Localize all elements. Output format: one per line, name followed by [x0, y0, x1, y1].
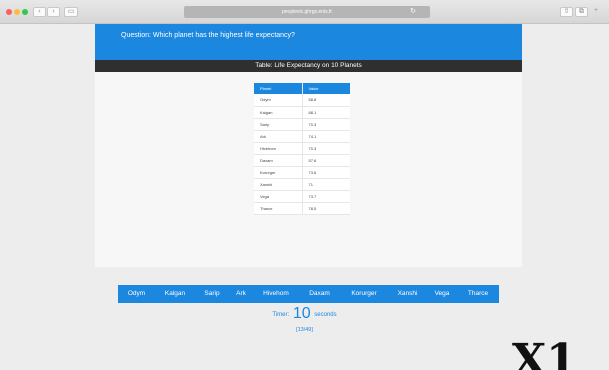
- answer-button-vega[interactable]: Vega: [427, 285, 457, 303]
- table-cell-planet: Sarip: [254, 118, 303, 131]
- table-row: Daxam 57.8: [254, 154, 350, 167]
- window-maximize-button[interactable]: [22, 9, 28, 15]
- answer-button-daxam[interactable]: Daxam: [299, 285, 340, 303]
- answer-button-kalgan[interactable]: Kalgan: [155, 285, 195, 303]
- table-header-planet: Planet: [254, 83, 303, 94]
- table-cell-value: 78.5: [302, 202, 350, 215]
- answer-button-korurger[interactable]: Korurger: [340, 285, 388, 303]
- table-cell-value: 57.8: [302, 154, 350, 167]
- answer-button-odym[interactable]: Odym: [118, 285, 155, 303]
- question-header: Question: Which planet has the highest l…: [95, 24, 522, 60]
- question-text: Question: Which planet has the highest l…: [121, 32, 295, 39]
- answer-button-tharce[interactable]: Tharce: [457, 285, 499, 303]
- table-cell-planet: Vega: [254, 190, 303, 203]
- address-bar-url: peoplevic.ghrgs.enis.fr: [281, 9, 333, 15]
- table-row: Korurger 73.6: [254, 166, 350, 179]
- answer-button-sarip[interactable]: Sarip: [195, 285, 229, 303]
- watermark: X1: [512, 335, 577, 370]
- share-icon[interactable]: ⇧: [560, 7, 573, 17]
- table-cell-value: 70.3: [302, 118, 350, 131]
- new-tab-icon[interactable]: +: [592, 7, 600, 17]
- answer-button-ark[interactable]: Ark: [229, 285, 253, 303]
- table-cell-planet: Hivehom: [254, 142, 303, 155]
- table-cell-value: 71: [302, 178, 350, 191]
- browser-titlebar: ‹ › ▭ peoplevic.ghrgs.enis.fr ↻ ⇧ ⧉ +: [0, 0, 609, 24]
- table-row: Tharce 78.5: [254, 202, 350, 215]
- table-cell-planet: Daxam: [254, 154, 303, 167]
- table-row: Kalgan 88.1: [254, 106, 350, 119]
- forward-icon[interactable]: ›: [47, 7, 60, 17]
- table-row: Odym 58.8: [254, 94, 350, 107]
- table-title: Table: Life Expectancy on 10 Planets: [95, 60, 522, 72]
- timer-value: 10: [292, 305, 311, 322]
- table-cell-planet: Xanshi: [254, 178, 303, 191]
- tabs-icon[interactable]: ⧉: [575, 7, 588, 17]
- table-header-row: Planet Value: [254, 83, 350, 94]
- address-bar[interactable]: peoplevic.ghrgs.enis.fr ↻: [184, 6, 430, 18]
- table-row: Sarip 70.3: [254, 118, 350, 131]
- answer-button-xanshi[interactable]: Xanshi: [388, 285, 427, 303]
- table-cell-value: 74.1: [302, 130, 350, 143]
- table-row: Hivehom 70.3: [254, 142, 350, 155]
- question-panel: Question: Which planet has the highest l…: [95, 24, 522, 267]
- table-row: Xanshi 71: [254, 178, 350, 191]
- table-cell-value: 73.7: [302, 190, 350, 203]
- table-header-value: Value: [302, 83, 350, 94]
- table-cell-planet: Tharce: [254, 202, 303, 215]
- question-progress: [13/49]: [296, 327, 313, 333]
- table-cell-value: 58.8: [302, 94, 350, 107]
- timer-unit: seconds: [314, 312, 337, 318]
- back-icon[interactable]: ‹: [33, 7, 46, 17]
- table-cell-planet: Ark: [254, 130, 303, 143]
- table-row: Vega 73.7: [254, 190, 350, 203]
- table-cell-planet: Korurger: [254, 166, 303, 179]
- timer: Timer: 10 seconds: [0, 305, 609, 323]
- answer-button-hivehom[interactable]: Hivehom: [253, 285, 299, 303]
- table-cell-value: 88.1: [302, 106, 350, 119]
- table-cell-planet: Odym: [254, 94, 303, 107]
- table-row: Ark 74.1: [254, 130, 350, 143]
- window-minimize-button[interactable]: [14, 9, 20, 15]
- window-close-button[interactable]: [6, 9, 12, 15]
- table-cell-value: 70.3: [302, 142, 350, 155]
- sidebar-icon[interactable]: ▭: [64, 7, 78, 17]
- timer-label: Timer:: [272, 312, 290, 318]
- reload-icon[interactable]: ↻: [410, 6, 416, 18]
- answer-bar: Odym Kalgan Sarip Ark Hivehom Daxam Koru…: [118, 285, 499, 303]
- data-table: Planet Value Odym 58.8 Kalgan 88.1 Sarip 70…: [254, 83, 350, 215]
- table-cell-planet: Kalgan: [254, 106, 303, 119]
- table-cell-value: 73.6: [302, 166, 350, 179]
